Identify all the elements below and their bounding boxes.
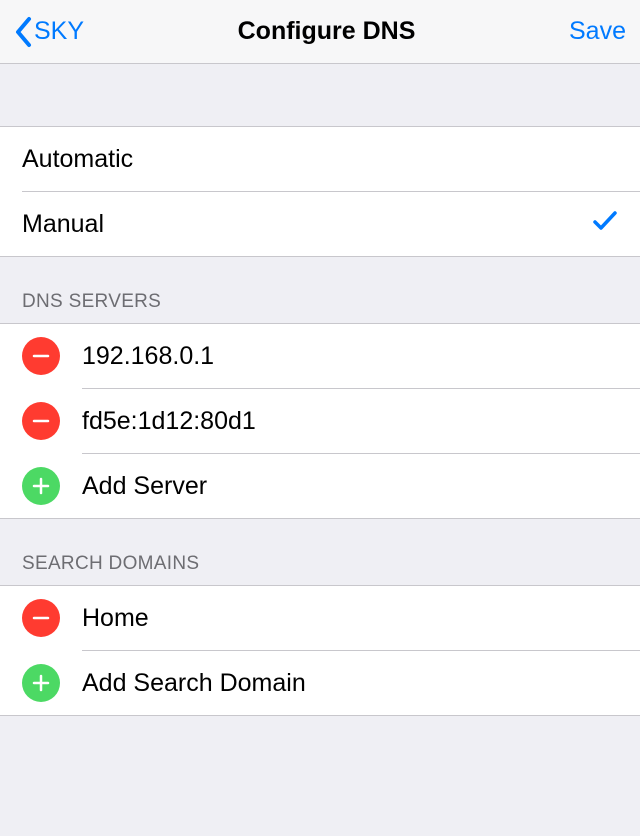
dns-servers-header: DNS SERVERS — [0, 257, 640, 323]
remove-icon[interactable] — [22, 599, 60, 637]
dns-server-value: 192.168.0.1 — [82, 342, 214, 371]
mode-group: Automatic Manual — [0, 127, 640, 257]
navbar: SKY Configure DNS Save — [0, 0, 640, 64]
dns-server-row[interactable]: fd5e:1d12:80d1 — [0, 389, 640, 453]
mode-automatic-label: Automatic — [22, 145, 133, 174]
mode-manual-label: Manual — [22, 210, 104, 239]
page-title: Configure DNS — [238, 17, 416, 46]
mode-manual-row[interactable]: Manual — [0, 192, 640, 256]
checkmark-icon — [592, 208, 618, 241]
back-button[interactable]: SKY — [14, 16, 84, 48]
add-icon[interactable] — [22, 664, 60, 702]
dns-server-row[interactable]: 192.168.0.1 — [0, 324, 640, 388]
add-search-domain-row[interactable]: Add Search Domain — [0, 651, 640, 715]
spacer — [0, 64, 640, 127]
search-domains-header: SEARCH DOMAINS — [0, 519, 640, 585]
save-button[interactable]: Save — [569, 17, 626, 46]
add-icon[interactable] — [22, 467, 60, 505]
search-domain-row[interactable]: Home — [0, 586, 640, 650]
back-label: SKY — [34, 17, 84, 46]
remove-icon[interactable] — [22, 337, 60, 375]
search-domains-group: Home Add Search Domain — [0, 585, 640, 716]
mode-automatic-row[interactable]: Automatic — [0, 127, 640, 191]
search-domain-value: Home — [82, 604, 149, 633]
dns-server-value: fd5e:1d12:80d1 — [82, 407, 256, 436]
dns-servers-group: 192.168.0.1 fd5e:1d12:80d1 Add Server — [0, 323, 640, 519]
add-search-domain-label: Add Search Domain — [82, 669, 306, 698]
add-server-label: Add Server — [82, 472, 207, 501]
chevron-left-icon — [14, 16, 32, 48]
remove-icon[interactable] — [22, 402, 60, 440]
add-server-row[interactable]: Add Server — [0, 454, 640, 518]
